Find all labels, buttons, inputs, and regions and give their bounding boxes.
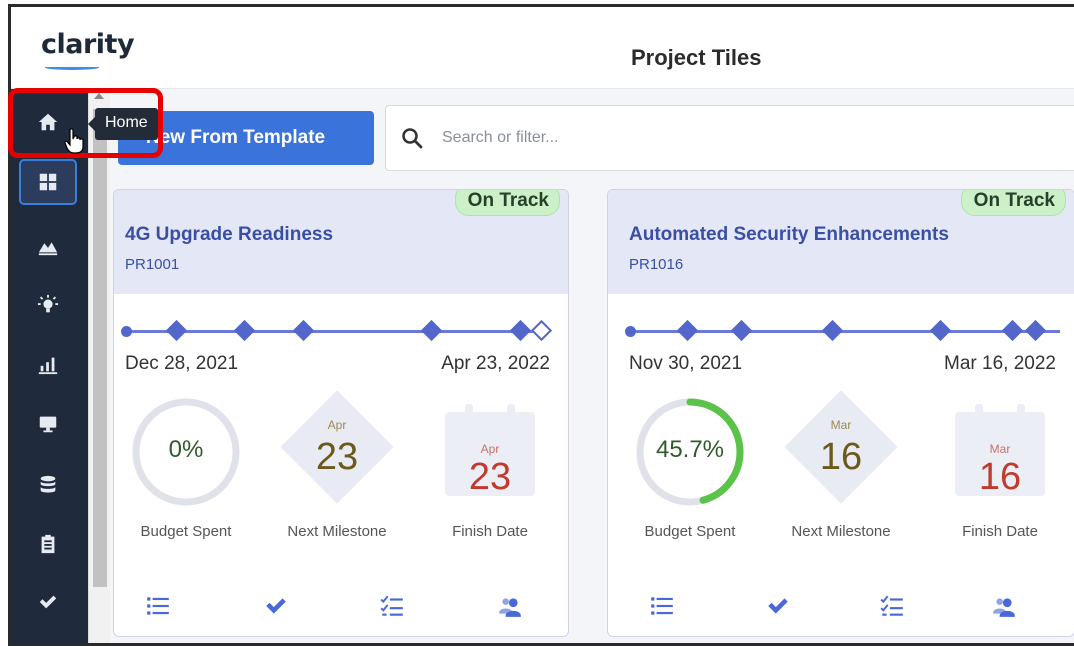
timeline-start-dot <box>625 326 636 337</box>
search-icon <box>402 128 423 149</box>
team-button[interactable] <box>494 590 526 622</box>
tasks-button[interactable] <box>876 590 908 622</box>
check-icon <box>768 598 788 614</box>
milestone-marker[interactable] <box>821 319 844 342</box>
sidebar-item-ideas[interactable] <box>19 282 77 328</box>
mountain-chart-icon <box>38 242 58 256</box>
clipboard-icon <box>41 534 55 554</box>
milestone-marker[interactable] <box>1024 319 1047 342</box>
scroll-thumb[interactable] <box>93 109 107 587</box>
next-milestone-day: 23 <box>315 436 359 478</box>
finish-date-day: 23 <box>468 456 512 498</box>
tile-title[interactable]: Automated Security Enhancements <box>629 224 949 246</box>
bar-chart-icon <box>38 357 58 375</box>
clarity-logo[interactable]: clarity <box>41 29 135 60</box>
budget-spent-label: Budget Spent <box>140 523 232 540</box>
budget-spent-label: Budget Spent <box>644 523 736 540</box>
approve-button[interactable] <box>762 590 794 622</box>
sidebar-item-timesheets[interactable] <box>19 521 77 567</box>
check-icon <box>266 598 286 614</box>
milestone-marker[interactable] <box>730 319 753 342</box>
timeline-line <box>126 330 542 333</box>
milestone-marker[interactable] <box>233 319 256 342</box>
monitor-icon <box>39 416 57 433</box>
next-milestone-day: 16 <box>819 436 863 478</box>
milestone-marker-upcoming[interactable] <box>530 319 553 342</box>
milestone-marker[interactable] <box>1001 319 1024 342</box>
milestone-marker[interactable] <box>676 319 699 342</box>
milestone-marker[interactable] <box>420 319 443 342</box>
milestone-marker[interactable] <box>929 319 952 342</box>
finish-date-month: Apr <box>480 442 500 456</box>
team-icon <box>499 598 521 617</box>
tile-title[interactable]: 4G Upgrade Readiness <box>125 224 333 246</box>
tile-id: PR1001 <box>125 256 180 273</box>
tasks-button[interactable] <box>376 590 408 622</box>
start-date: Dec 28, 2021 <box>125 353 239 374</box>
team-icon <box>993 598 1015 617</box>
milestone-timeline <box>625 319 1060 342</box>
timeline-start-dot <box>121 326 132 337</box>
logo-swoosh <box>45 65 99 70</box>
next-milestone-label: Next Milestone <box>791 523 891 540</box>
checklist-icon <box>880 595 903 616</box>
status-badge: On Track <box>960 190 1066 216</box>
list-view-button[interactable] <box>646 590 678 622</box>
budget-spent-value: 0% <box>168 436 204 463</box>
tile-actions <box>608 590 1074 624</box>
list-icon <box>147 597 169 615</box>
top-bar: clarity Project Tiles <box>11 7 1074 89</box>
sidebar-item-monitor[interactable] <box>19 401 77 447</box>
hand-cursor-icon <box>64 128 84 154</box>
milestone-timeline <box>121 319 556 342</box>
team-button[interactable] <box>988 590 1020 622</box>
sidebar-item-approvals[interactable] <box>19 579 77 625</box>
approve-button[interactable] <box>260 590 292 622</box>
list-icon <box>651 597 673 615</box>
search-bar[interactable] <box>385 105 1074 171</box>
tile-id: PR1016 <box>629 256 684 273</box>
checklist-icon <box>380 595 403 616</box>
end-date: Apr 23, 2022 <box>441 353 550 374</box>
app-window: clarity Project Tiles New From Template … <box>8 4 1074 646</box>
tile-actions <box>114 590 568 624</box>
database-icon <box>40 475 56 493</box>
vertical-scrollbar[interactable] <box>88 89 110 643</box>
search-input[interactable] <box>442 124 842 152</box>
next-milestone-month: Mar <box>830 418 852 432</box>
finish-date-label: Finish Date <box>452 523 528 540</box>
milestone-marker[interactable] <box>292 319 315 342</box>
budget-spent-value: 45.7% <box>655 436 725 463</box>
lightbulb-icon <box>37 294 59 313</box>
list-view-button[interactable] <box>142 590 174 622</box>
sidebar <box>11 89 88 643</box>
finish-date-label: Finish Date <box>962 523 1038 540</box>
page-title: Project Tiles <box>631 45 762 70</box>
sidebar-item-tiles[interactable] <box>19 159 77 205</box>
end-date: Mar 16, 2022 <box>944 353 1056 374</box>
check-icon <box>39 595 57 609</box>
main-content: New From Template 4G Upgrade Readiness P… <box>110 89 1074 643</box>
finish-date-month: Mar <box>989 442 1011 456</box>
sidebar-item-data[interactable] <box>19 462 77 508</box>
milestone-marker[interactable] <box>509 319 532 342</box>
next-milestone-label: Next Milestone <box>287 523 387 540</box>
sidebar-item-roadmaps[interactable] <box>19 223 77 269</box>
finish-date-day: 16 <box>978 456 1022 498</box>
status-badge: On Track <box>454 190 560 216</box>
milestone-marker[interactable] <box>165 319 188 342</box>
start-date: Nov 30, 2021 <box>629 353 743 374</box>
next-milestone-month: Apr <box>327 418 347 432</box>
project-tile[interactable]: Automated Security Enhancements PR1016 O… <box>607 189 1074 637</box>
sidebar-item-reports[interactable] <box>19 341 77 387</box>
grid-icon <box>39 173 57 191</box>
project-tile[interactable]: 4G Upgrade Readiness PR1001 On Track Dec… <box>113 189 569 637</box>
